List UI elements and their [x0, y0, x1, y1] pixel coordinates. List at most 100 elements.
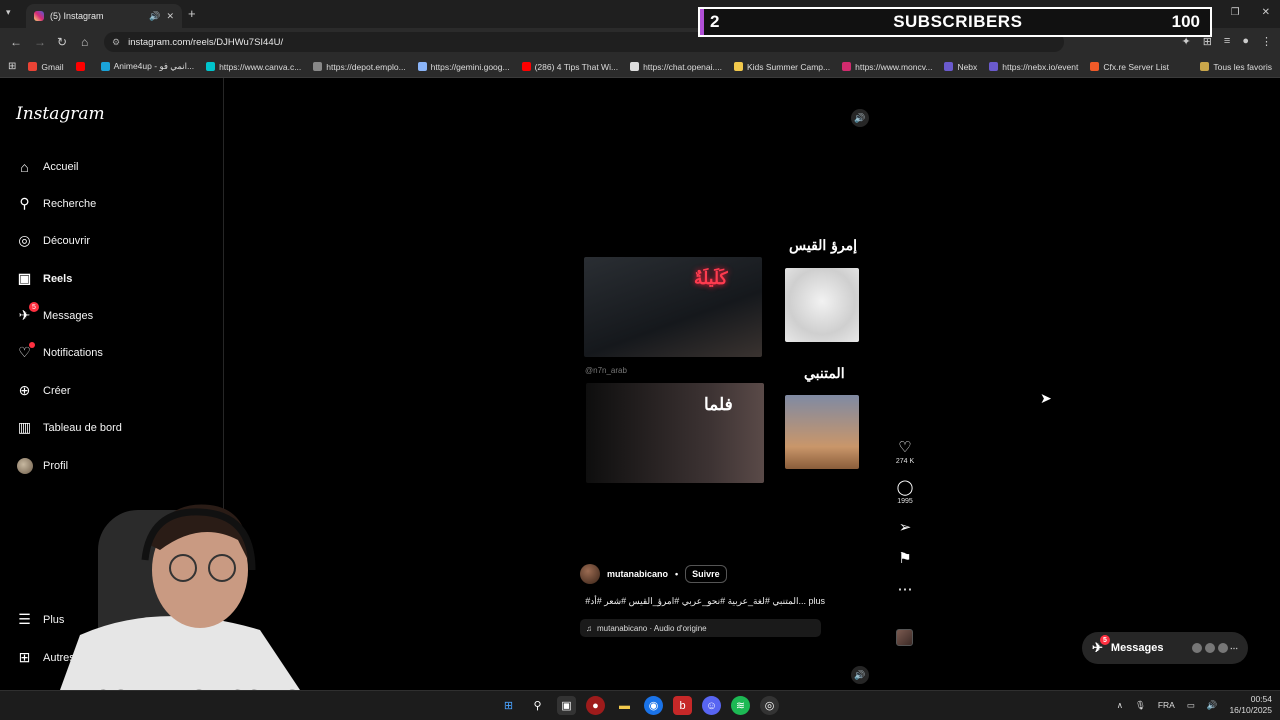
- bookmark-favicon-icon: [206, 62, 216, 71]
- bookmark-favicon-icon: [100, 62, 110, 71]
- chrome-icon[interactable]: ◉: [644, 696, 663, 715]
- bookmark-item[interactable]: Kids Summer Camp...: [733, 61, 830, 72]
- home-button-icon[interactable]: ⌂: [81, 35, 88, 49]
- portrait-imru-qais: [785, 268, 859, 342]
- app-red-icon[interactable]: ●: [586, 696, 605, 715]
- sidebar-item-label: Créer: [43, 384, 71, 397]
- statue-mutanabbi: [785, 395, 859, 469]
- site-info-icon[interactable]: ⚙: [112, 37, 120, 48]
- bookmark-item[interactable]: Cfx.re Server List: [1090, 61, 1169, 72]
- new-tab-button[interactable]: +: [188, 6, 196, 21]
- bookmark-favicon-icon: [313, 62, 323, 71]
- profile-avatar-icon[interactable]: ●: [1242, 35, 1249, 48]
- reel-caption[interactable]: #المتنبي #لغة_عربية #نحو_عربي #امرؤ_القي…: [580, 596, 825, 607]
- bookmark-item[interactable]: (286) 4 Tips That Wi...: [521, 61, 618, 72]
- bookmark-label: Cfx.re Server List: [1103, 61, 1170, 72]
- volume-icon[interactable]: 🔊: [1207, 700, 1218, 711]
- notification-dot: [29, 342, 35, 348]
- messages-floating-button[interactable]: ✈ 5 Messages ⋯: [1082, 632, 1248, 664]
- close-window-icon[interactable]: ✕: [1262, 7, 1270, 18]
- recent-contacts: ⋯: [1191, 642, 1238, 654]
- author-username[interactable]: mutanabicano: [607, 569, 668, 579]
- tab-audio-icon[interactable]: 🔊: [149, 11, 160, 22]
- system-tray: ∧ 🎙 FRA ▭ 🔊 00:54 16/10/2025: [1117, 694, 1272, 716]
- bookmark-item[interactable]: Gmail: [28, 61, 64, 72]
- clock[interactable]: 00:54 16/10/2025: [1229, 694, 1272, 716]
- browser-tab-instagram[interactable]: (5) Instagram 🔊 ✕: [26, 4, 182, 28]
- save-button[interactable]: ⚑: [898, 549, 911, 567]
- back-icon[interactable]: ←: [10, 35, 22, 49]
- bookmark-label: https://chat.openai....: [643, 61, 722, 72]
- sidebar-item-messages[interactable]: ✈ 5 Messages: [16, 302, 94, 324]
- bookmark-favicon-icon: [733, 62, 743, 71]
- sidebar-item-label: Messages: [43, 309, 94, 322]
- subscriber-goal-overlay: 2 SUBSCRIBERS 100: [698, 7, 1212, 37]
- sidebar-item-decouvrir[interactable]: ◎ Découvrir: [16, 232, 90, 249]
- bookmark-item[interactable]: Anime4up - انمي فو...: [100, 61, 194, 72]
- search-icon[interactable]: ⚲: [528, 696, 547, 715]
- share-button[interactable]: ➢: [899, 518, 912, 536]
- network-icon[interactable]: ▭: [1187, 700, 1195, 711]
- dashboard-icon: ▥: [17, 419, 32, 435]
- sidebar-item-profil[interactable]: Profil: [16, 457, 68, 474]
- app-b-icon[interactable]: b: [673, 696, 692, 715]
- bookmark-item[interactable]: [75, 61, 89, 72]
- forward-icon[interactable]: →: [34, 35, 46, 49]
- sidebar-item-accueil[interactable]: ⌂ Accueil: [16, 158, 78, 175]
- audio-link[interactable]: ♫ mutanabicano · Audio d'origine: [580, 619, 821, 637]
- microphone-icon[interactable]: 🎙: [1135, 700, 1146, 711]
- next-reel-audio-icon[interactable]: 🔊: [851, 666, 869, 684]
- reel-frame-horseman: فلما: [586, 383, 764, 483]
- mute-toggle-icon[interactable]: 🔊: [851, 109, 869, 127]
- instagram-logo[interactable]: Instagram: [16, 104, 105, 124]
- tab-close-icon[interactable]: ✕: [166, 11, 174, 22]
- all-bookmarks-folder[interactable]: Tous les favoris: [1200, 62, 1272, 72]
- bookmark-label: https://gemini.goog...: [430, 61, 510, 72]
- discord-icon[interactable]: ☺: [702, 696, 721, 715]
- sidebar-item-label: Découvrir: [43, 234, 91, 247]
- streamer-webcam: [60, 504, 300, 690]
- media-controls-icon[interactable]: ≡: [1224, 35, 1230, 48]
- follow-button[interactable]: Suivre: [685, 565, 727, 583]
- bookmark-item[interactable]: https://www.moncv...: [842, 61, 932, 72]
- tray-overflow-icon[interactable]: ∧: [1117, 700, 1123, 711]
- bookmark-item[interactable]: https://gemini.goog...: [417, 61, 510, 72]
- task-view-icon[interactable]: ▣: [557, 696, 576, 715]
- sidebar-item-notifications[interactable]: ♡ Notifications: [16, 342, 103, 361]
- bookmark-item[interactable]: Nebx: [944, 61, 977, 72]
- avatar: [16, 457, 33, 474]
- imru-qais-title: إمرؤ القيس: [789, 238, 858, 254]
- audio-thumbnail[interactable]: [896, 629, 913, 646]
- author-avatar[interactable]: [580, 564, 600, 584]
- sidebar-item-recherche[interactable]: ⚲ Recherche: [16, 195, 96, 212]
- bookmark-label: https://nebx.io/event: [1002, 61, 1079, 72]
- language-indicator[interactable]: FRA: [1158, 700, 1175, 710]
- bookmark-favicon-icon: [521, 62, 531, 71]
- restore-icon[interactable]: ❐: [1231, 7, 1240, 18]
- sidebar-item-creer[interactable]: ⊕ Créer: [16, 382, 71, 399]
- reload-icon[interactable]: ↻: [57, 35, 67, 49]
- sidebar-item-tableau-de-bord[interactable]: ▥ Tableau de bord: [16, 419, 122, 436]
- browser-menu-icon[interactable]: ⋮: [1261, 35, 1272, 48]
- comment-icon: ◯: [896, 479, 914, 496]
- comment-button[interactable]: ◯ 1995: [897, 478, 914, 505]
- tab-search-dropdown-icon[interactable]: ▾: [6, 7, 11, 18]
- like-button[interactable]: ♡ 274 K: [896, 438, 914, 465]
- bookmark-item[interactable]: https://www.canva.c...: [206, 61, 301, 72]
- url-text: instagram.com/reels/DJHWu7SI44U/: [128, 36, 284, 48]
- more-icon: ⋯: [1230, 643, 1238, 653]
- apps-grid-icon[interactable]: ⊞: [8, 61, 16, 72]
- bookmark-item[interactable]: https://chat.openai....: [630, 61, 722, 72]
- bookmark-item[interactable]: https://depot.emplo...: [313, 61, 406, 72]
- sidebar-item-reels[interactable]: ▣ Reels: [16, 270, 72, 287]
- windows-taskbar: ⊞ ⚲ ▣ ● ▬ ◉ b ☺ ≋ ◎ ∧ 🎙 FRA ▭ 🔊 00:54 16/…: [0, 690, 1280, 720]
- audio-label: mutanabicano · Audio d'origine: [597, 623, 707, 633]
- file-explorer-icon[interactable]: ▬: [615, 696, 634, 715]
- bookmark-item[interactable]: https://nebx.io/event: [989, 61, 1078, 72]
- more-options-button[interactable]: ⋯: [898, 580, 913, 598]
- taskbar-apps: ⊞ ⚲ ▣ ● ▬ ◉ b ☺ ≋ ◎: [499, 696, 779, 715]
- obs-icon[interactable]: ◎: [760, 696, 779, 715]
- neon-arabic-text: كَلَيلَةٌ: [694, 269, 728, 289]
- windows-start-icon[interactable]: ⊞: [499, 696, 518, 715]
- spotify-icon[interactable]: ≋: [731, 696, 750, 715]
